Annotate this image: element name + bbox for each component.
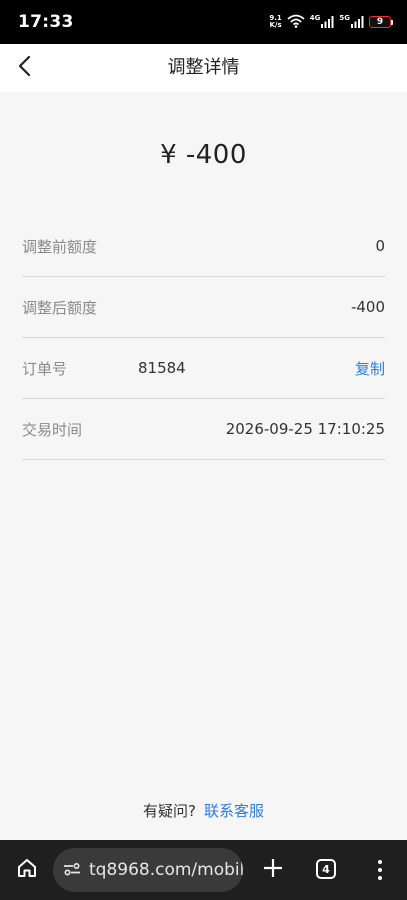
help-footer: 有疑问? 联系客服 bbox=[0, 800, 407, 821]
before-label: 调整前额度 bbox=[22, 237, 98, 256]
new-tab-button[interactable] bbox=[260, 855, 286, 885]
signal-4g-label: 4G bbox=[309, 13, 321, 22]
order-label: 订单号 bbox=[22, 359, 68, 378]
status-bar: 17:33 9.1 K/s 4G 5G 9 bbox=[0, 0, 407, 44]
copy-button[interactable]: 复制 bbox=[355, 358, 385, 379]
detail-row-order: 订单号 81584 复制 bbox=[22, 338, 385, 399]
battery-tip bbox=[391, 19, 393, 25]
url-text: tq8968.com/mobile bbox=[89, 860, 243, 880]
home-icon bbox=[16, 857, 38, 883]
detail-row-after: 调整后额度 -400 bbox=[22, 277, 385, 338]
more-vertical-icon bbox=[378, 860, 382, 864]
battery-icon: 9 bbox=[369, 16, 393, 28]
site-settings-icon[interactable] bbox=[63, 861, 81, 880]
detail-row-time: 交易时间 2026-09-25 17:10:25 bbox=[22, 399, 385, 460]
detail-list: 调整前额度 0 调整后额度 -400 订单号 81584 复制 交易时间 202… bbox=[22, 216, 385, 460]
wifi-icon bbox=[287, 13, 305, 32]
time-label: 交易时间 bbox=[22, 420, 83, 439]
page-header: 调整详情 bbox=[0, 44, 407, 92]
order-number: 81584 bbox=[138, 359, 186, 377]
help-question: 有疑问? bbox=[143, 802, 196, 820]
menu-dot bbox=[378, 868, 382, 872]
signal-4g: 4G bbox=[310, 13, 335, 32]
after-label: 调整后额度 bbox=[22, 298, 98, 317]
home-button[interactable] bbox=[12, 855, 42, 885]
signal-5g: 5G bbox=[339, 13, 364, 32]
battery-level: 9 bbox=[369, 16, 391, 28]
signal-bars-icon bbox=[321, 13, 334, 32]
more-menu-button[interactable] bbox=[370, 855, 390, 885]
tab-switcher-button[interactable]: 4 bbox=[316, 859, 336, 879]
time-value: 2026-09-25 17:10:25 bbox=[225, 420, 385, 438]
status-time: 17:33 bbox=[18, 12, 74, 32]
detail-row-before: 调整前额度 0 bbox=[22, 216, 385, 277]
network-speed: 9.1 K/s bbox=[269, 15, 281, 29]
address-bar[interactable]: tq8968.com/mobile bbox=[53, 848, 243, 892]
before-value: 0 bbox=[375, 237, 385, 255]
browser-bottom-bar: tq8968.com/mobile 4 bbox=[0, 840, 407, 900]
page-title: 调整详情 bbox=[167, 57, 240, 78]
status-icons: 9.1 K/s 4G 5G 9 bbox=[269, 13, 393, 32]
adjustment-amount: ¥ -400 bbox=[160, 140, 247, 170]
contact-support-link[interactable]: 联系客服 bbox=[204, 802, 264, 820]
signal-5g-label: 5G bbox=[339, 13, 350, 22]
after-value: -400 bbox=[350, 298, 385, 316]
signal-bars-icon bbox=[351, 13, 364, 32]
network-speed-unit: K/s bbox=[269, 21, 282, 29]
menu-dot bbox=[378, 876, 382, 880]
plus-icon bbox=[263, 858, 283, 882]
